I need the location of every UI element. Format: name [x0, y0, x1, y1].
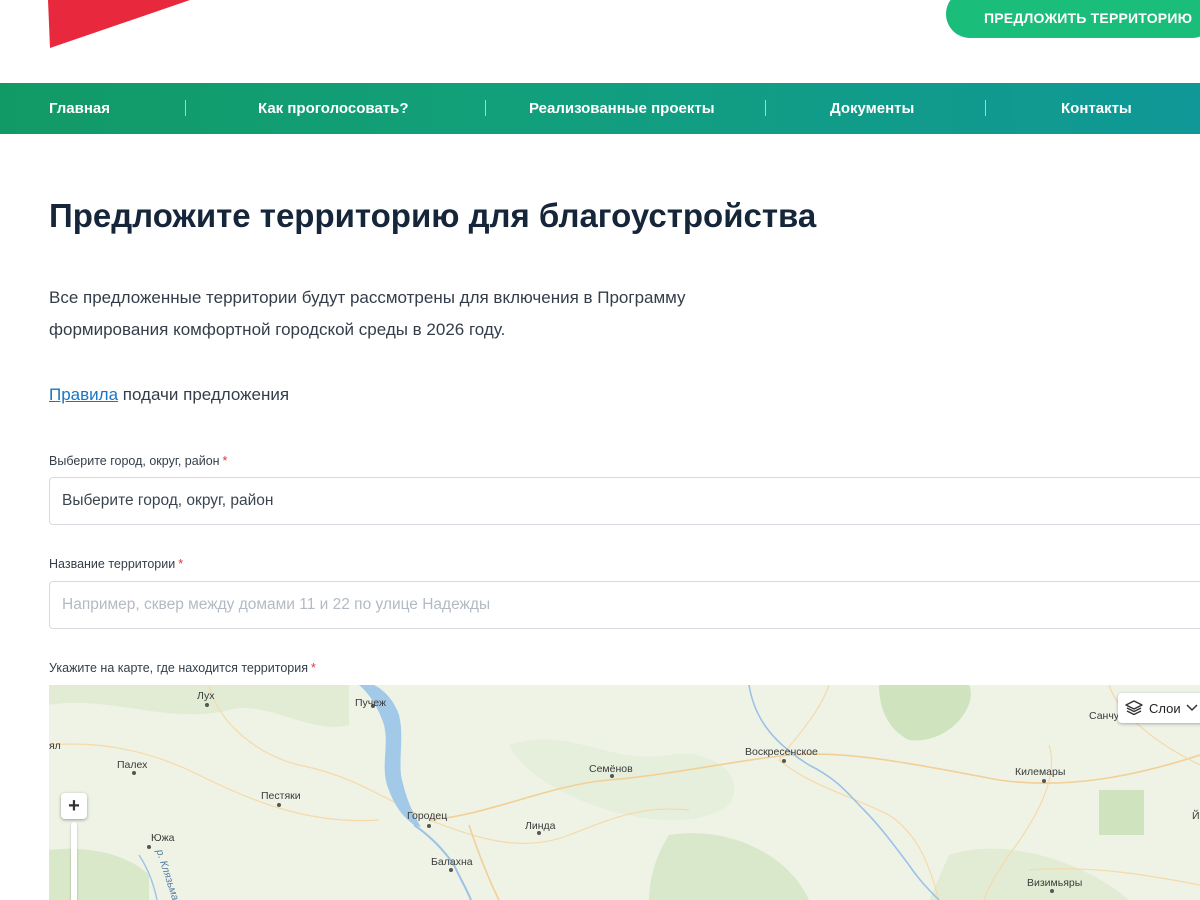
label-text: Укажите на карте, где находится территор… — [49, 661, 308, 675]
main-nav: Главная Как проголосовать? Реализованные… — [0, 83, 1200, 134]
map-place-label: Городец — [407, 810, 448, 822]
map-place-label: Палех — [117, 759, 148, 771]
territory-name-label: Название территории * — [49, 557, 183, 571]
nav-divider — [185, 100, 186, 116]
map-place-label: Линда — [525, 820, 556, 832]
map-place-label: Воскресенское — [745, 746, 818, 758]
intro-line: формирования комфортной городской среды … — [49, 320, 506, 339]
layers-label: Слои — [1149, 700, 1181, 716]
map[interactable]: Лух Пучеж ял Палех Пестяки Семёнов Воскр… — [49, 685, 1200, 900]
intro-line: Все предложенные территории будут рассмо… — [49, 288, 686, 307]
map-place-label: Й — [1192, 810, 1200, 822]
map-place-label: Санчу — [1089, 710, 1120, 722]
logo-icon[interactable] — [0, 0, 200, 52]
map-place-label: Килемары — [1015, 766, 1066, 778]
map-place-label: Семёнов — [589, 763, 633, 775]
layers-icon — [1125, 700, 1143, 716]
city-select[interactable]: Выберите город, округ, район — [49, 477, 1200, 525]
map-place-label: Балахна — [431, 856, 473, 868]
nav-item-documents[interactable]: Документы — [830, 83, 914, 134]
site-header: ПРЕДЛОЖИТЬ ТЕРРИТОРИЮ — [0, 0, 1200, 83]
map-place-label: ял — [49, 740, 61, 752]
map-background — [49, 685, 1200, 900]
rules-link[interactable]: Правила — [49, 385, 118, 404]
chevron-down-icon — [1186, 704, 1198, 712]
zoom-slider[interactable] — [71, 822, 77, 900]
label-text: Выберите город, округ, район — [49, 454, 220, 468]
nav-item-home[interactable]: Главная — [49, 83, 110, 134]
territory-name-field[interactable] — [49, 581, 1200, 629]
rules-text: подачи предложения — [122, 385, 290, 404]
nav-divider — [985, 100, 986, 116]
map-place-label: Визимьяры — [1027, 877, 1083, 889]
territory-name-input[interactable] — [62, 596, 1200, 614]
required-mark: * — [178, 557, 184, 571]
map-field-label: Укажите на карте, где находится территор… — [49, 661, 316, 675]
page-title: Предложите территорию для благоустройств… — [49, 197, 817, 234]
label-text: Название территории — [49, 557, 176, 571]
nav-divider — [485, 100, 486, 116]
map-place-label: Пучеж — [355, 697, 387, 709]
required-mark: * — [310, 661, 316, 675]
map-place-label: Лух — [197, 690, 215, 702]
suggest-territory-button[interactable]: ПРЕДЛОЖИТЬ ТЕРРИТОРИЮ — [946, 0, 1200, 38]
map-place-label: Южа — [151, 832, 175, 844]
zoom-in-button[interactable]: + — [61, 793, 87, 819]
map-layers-button[interactable]: Слои — [1118, 693, 1200, 723]
nav-divider — [765, 100, 766, 116]
nav-item-how-to-vote[interactable]: Как проголосовать? — [258, 83, 408, 134]
city-field-label: Выберите город, округ, район * — [49, 454, 227, 468]
city-select-value: Выберите город, округ, район — [62, 492, 274, 509]
nav-item-projects[interactable]: Реализованные проекты — [529, 83, 715, 134]
rules-line: Правила подачи предложения — [49, 385, 289, 405]
nav-item-contacts[interactable]: Контакты — [1061, 83, 1132, 134]
intro-text: Все предложенные территории будут рассмо… — [49, 282, 769, 346]
required-mark: * — [222, 454, 228, 468]
map-place-label: Пестяки — [261, 790, 301, 802]
